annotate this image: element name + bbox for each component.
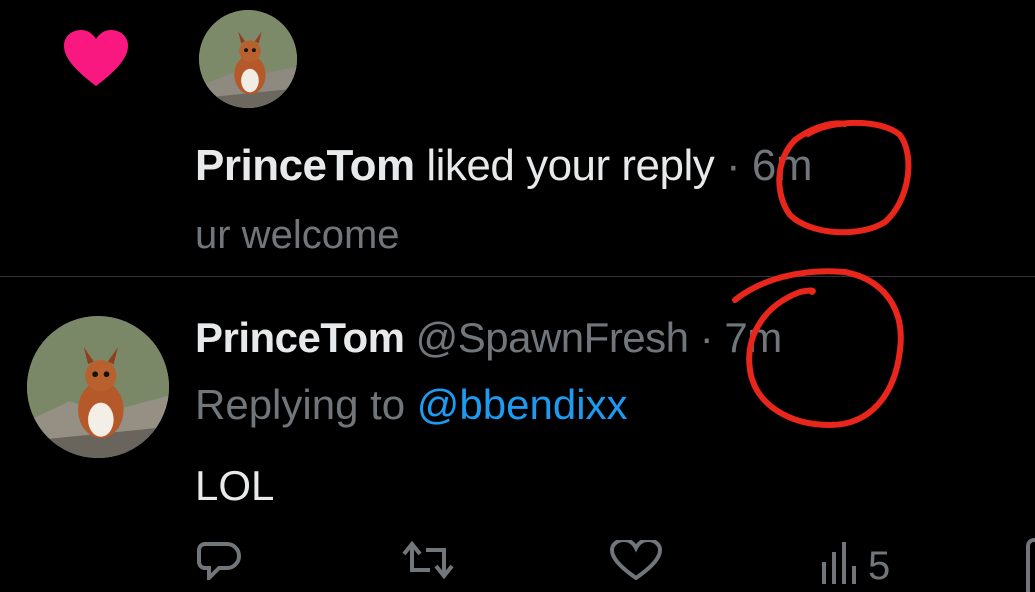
notification-line: PrinceTom liked your reply · 6m	[195, 140, 813, 192]
notification-action: liked your reply	[426, 141, 715, 190]
replying-to-mention[interactable]: @bbendixx	[417, 381, 628, 428]
heart-icon	[64, 30, 128, 88]
tweet-display-name[interactable]: PrinceTom	[195, 314, 405, 361]
tweet-text: LOL	[195, 462, 275, 509]
replying-to-label: Replying to	[195, 381, 406, 428]
share-button[interactable]	[1026, 538, 1035, 592]
notification-snippet[interactable]: ur welcome	[195, 211, 400, 259]
replying-to-line: Replying to @bbendixx	[195, 380, 628, 430]
tweet-header: PrinceTom @SpawnFresh · 7m	[195, 313, 782, 363]
avatar[interactable]	[27, 316, 169, 458]
views-count: 5	[868, 544, 891, 588]
avatar[interactable]	[199, 10, 297, 108]
separator-dot: ·	[726, 141, 741, 190]
tweet-time[interactable]: 7m	[724, 314, 782, 361]
like-icon	[610, 540, 662, 580]
separator-dot: ·	[699, 314, 714, 361]
notification-time: 6m	[751, 141, 813, 190]
squirrel-avatar-image	[27, 316, 169, 458]
reply-icon	[197, 542, 241, 580]
annotation-overlay	[732, 119, 912, 429]
like-button[interactable]	[610, 540, 662, 580]
squirrel-avatar-image	[199, 10, 297, 108]
retweet-button[interactable]	[398, 540, 458, 580]
notification-user[interactable]: PrinceTom	[195, 141, 415, 190]
retweet-icon	[402, 540, 454, 580]
divider	[0, 276, 1035, 277]
reply-button[interactable]	[197, 540, 241, 580]
views-icon	[822, 542, 856, 584]
views-button[interactable]: 5	[818, 540, 890, 588]
tweet-handle[interactable]: @SpawnFresh	[416, 314, 689, 361]
